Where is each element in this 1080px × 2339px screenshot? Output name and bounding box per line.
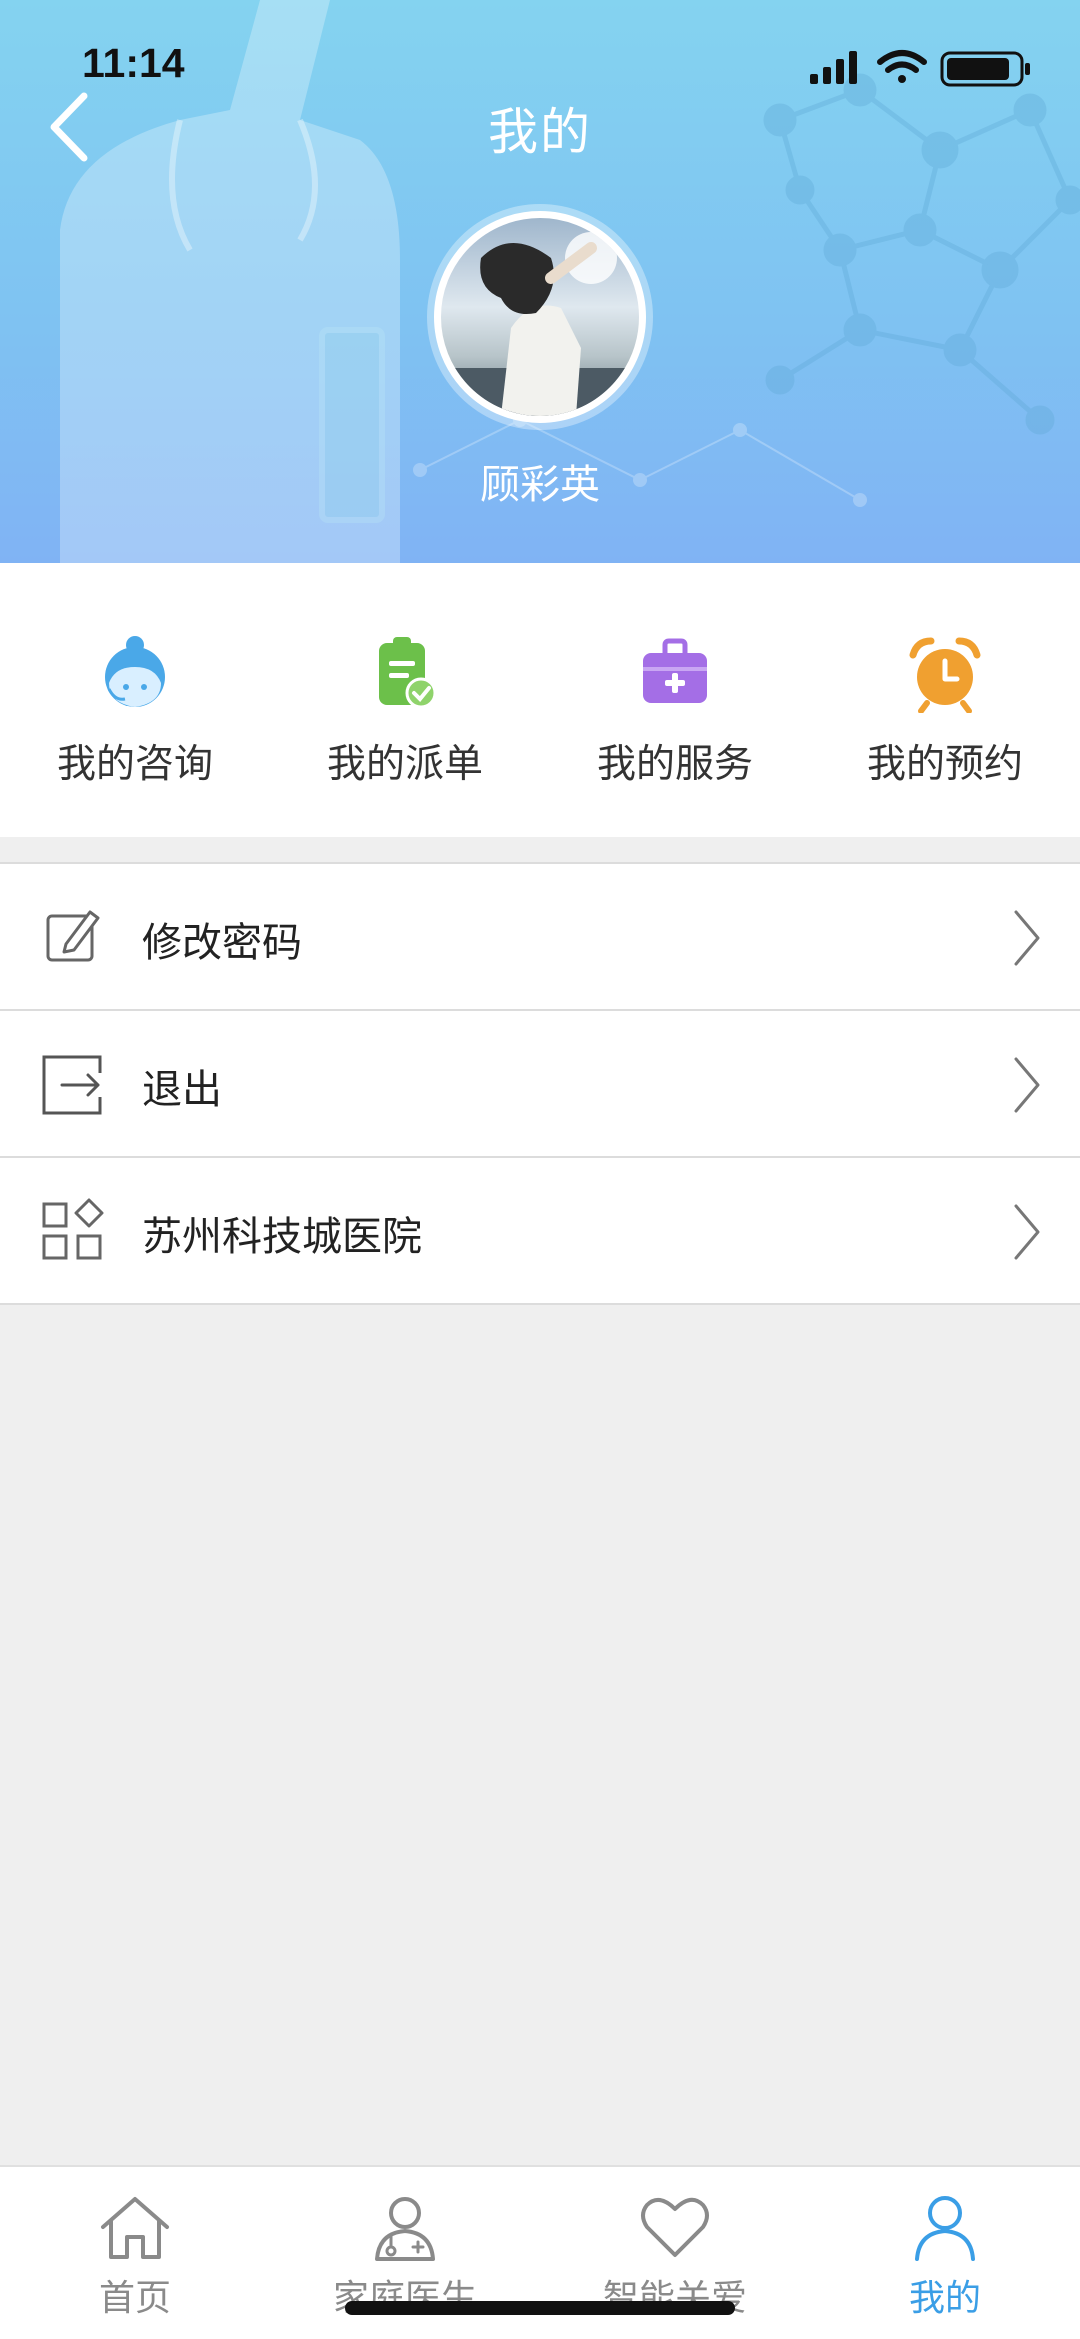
quick-action-label: 我的派单 [326, 742, 483, 787]
settings-menu: 修改密码 退出 苏州科技城医院 [0, 862, 1080, 1305]
avatar[interactable] [434, 211, 646, 423]
menu-item-label: 修改密码 [142, 920, 302, 966]
chevron-right-icon [1014, 1057, 1040, 1113]
quick-action-dispatch[interactable]: 我的派单 [270, 633, 540, 789]
menu-item-logout[interactable]: 退出 [0, 1011, 1080, 1158]
tab-mine[interactable]: 我的 [810, 2193, 1080, 2321]
quick-action-appointment[interactable]: 我的预约 [810, 633, 1080, 789]
logout-icon [42, 1055, 102, 1115]
wifi-icon [877, 50, 927, 83]
customer-service-icon [105, 636, 165, 707]
quick-action-service[interactable]: 我的服务 [540, 633, 810, 789]
signal-icon [810, 51, 857, 84]
tab-label: 我的 [908, 2278, 981, 2319]
quick-action-consult[interactable]: 我的咨询 [0, 633, 270, 789]
status-time: 11:14 [82, 40, 185, 86]
quick-action-label: 我的服务 [596, 742, 753, 787]
menu-item-change-password[interactable]: 修改密码 [0, 864, 1080, 1011]
profile-header: 11:14 我的 顾彩英 [0, 0, 1080, 563]
avatar-image [441, 232, 639, 416]
user-icon [915, 2196, 975, 2261]
home-icon [101, 2197, 169, 2259]
menu-item-label: 退出 [142, 1067, 222, 1113]
alarm-clock-icon [909, 637, 981, 713]
tab-label: 首页 [98, 2278, 171, 2319]
chevron-right-icon [1014, 1204, 1040, 1260]
user-name: 顾彩英 [480, 462, 600, 508]
profile-screen: 11:14 我的 顾彩英 我的咨询 我的派单 我的服务 我的预约 修改密码 退出… [0, 0, 1080, 2339]
heart-icon [641, 2197, 709, 2257]
medical-kit-icon [643, 638, 707, 703]
chevron-right-icon [1014, 910, 1040, 966]
tab-home[interactable]: 首页 [0, 2193, 270, 2321]
quick-actions: 我的咨询 我的派单 我的服务 我的预约 [0, 563, 1080, 837]
quick-action-label: 我的咨询 [56, 742, 213, 787]
menu-item-label: 苏州科技城医院 [142, 1214, 422, 1260]
home-indicator [345, 2301, 735, 2315]
status-indicators [810, 50, 1030, 87]
clipboard-check-icon [379, 637, 437, 709]
page-title: 我的 [488, 103, 592, 161]
doctor-icon [375, 2197, 435, 2261]
battery-icon [940, 51, 1030, 87]
menu-item-hospital[interactable]: 苏州科技城医院 [0, 1158, 1080, 1305]
edit-icon [46, 910, 100, 962]
quick-action-label: 我的预约 [866, 742, 1023, 787]
apps-icon [42, 1198, 104, 1260]
